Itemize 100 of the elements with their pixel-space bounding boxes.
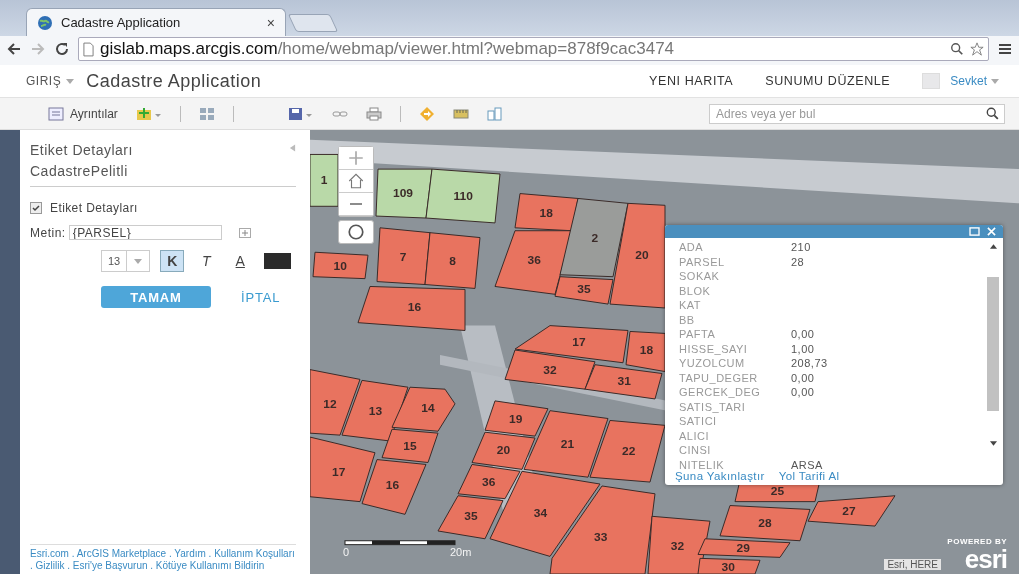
attribute-name: YUZOLCUM	[679, 357, 746, 370]
parcel-number: 32	[670, 539, 685, 554]
font-size-dropdown[interactable]: 13	[101, 250, 151, 272]
bookmarks-icon[interactable]	[486, 105, 503, 122]
logo-caption: POWERED BY	[947, 538, 1007, 546]
scroll-down-icon[interactable]	[989, 441, 997, 446]
popup-link[interactable]: Şuna Yakınlaştır	[675, 470, 765, 482]
parcel-number: 29	[736, 541, 750, 556]
layer-name: CadastrePelitli	[30, 162, 129, 181]
details-button[interactable]: Ayrıntılar	[48, 105, 118, 122]
footer-link[interactable]: Kötüye Kullanımı Bildirin	[155, 560, 265, 571]
label-text-field[interactable]: {PARSEL}	[68, 225, 222, 240]
browser-tab[interactable]: Cadastre Application ×	[26, 8, 286, 36]
parcel[interactable]	[504, 349, 596, 390]
parcel-number: 12	[323, 397, 337, 412]
locate-button[interactable]	[338, 220, 374, 244]
checkbox[interactable]	[30, 202, 42, 214]
parcel-number: 25	[770, 483, 785, 498]
scroll-up-icon[interactable]	[989, 244, 997, 249]
attribute-name: ALICI	[679, 429, 710, 442]
nav-link[interactable]: YENI HARITA	[649, 74, 734, 88]
zoom-icon[interactable]	[950, 42, 964, 56]
parcel-number: 31	[617, 374, 631, 389]
parcel[interactable]	[457, 463, 521, 500]
maximize-icon[interactable]	[969, 227, 980, 236]
search-icon[interactable]	[986, 106, 1000, 121]
text-style-button[interactable]: A	[228, 250, 253, 272]
text-style-button[interactable]: K	[160, 250, 185, 272]
attribute-name: NITELIK	[679, 458, 726, 471]
nav-link[interactable]: SUNUMU DÜZENLE	[765, 74, 891, 88]
parcel-number: 10	[333, 258, 347, 273]
footer-link[interactable]: Yardım	[174, 548, 206, 559]
caret-icon[interactable]	[991, 78, 999, 84]
footer-link[interactable]: ArcGIS Marketplace	[76, 548, 167, 559]
parcel-number: 110	[453, 189, 473, 203]
address-bar[interactable]: gislab.maps.arcgis.com/home/webmap/viewer.html?webmap=878f9cac3474	[78, 37, 989, 61]
parcel-number: 16	[385, 478, 400, 493]
save-icon[interactable]	[287, 105, 314, 122]
home-button[interactable]	[339, 170, 373, 193]
parcel-number: 22	[622, 444, 636, 459]
attribute-name: BB	[679, 313, 696, 326]
avatar-icon	[922, 73, 941, 89]
footer-text: Esri.com . ArcGIS Marketplace . Yardım . Kullanım Koşulları . Gizlilik . Esri'ye Başvurun . Kötüye Kullanımı Bildirin	[30, 544, 296, 574]
popup-link[interactable]: Yol Tarifi Al	[778, 470, 840, 482]
text-style-button[interactable]: T	[194, 250, 219, 272]
color-swatch[interactable]	[264, 253, 292, 269]
parcel-number: 109	[393, 186, 413, 200]
grid-icon[interactable]	[198, 105, 215, 122]
parcel-number: 8	[449, 253, 456, 268]
attribute-value: 0,00	[791, 371, 815, 384]
parcel-number: 16	[407, 300, 422, 315]
parcel-number: 36	[527, 253, 541, 268]
caret-icon[interactable]	[66, 78, 75, 84]
parcel-number: 7	[399, 249, 407, 264]
parcel-number: 27	[842, 504, 856, 519]
parcel[interactable]	[584, 364, 663, 400]
close-icon[interactable]	[986, 227, 997, 236]
parcel[interactable]	[425, 168, 501, 224]
print-icon[interactable]	[365, 105, 382, 122]
parcel-number: 14	[421, 400, 435, 415]
panel-title: Etiket Detayları	[30, 141, 133, 160]
attribute-name: KAT	[679, 299, 703, 312]
parcel-number: 33	[594, 530, 608, 545]
parcel-number: 1	[320, 173, 328, 188]
globe-icon	[37, 14, 53, 31]
footer-link[interactable]: Kullanım Koşulları	[214, 548, 295, 559]
attribute-value: ARSA	[791, 458, 823, 471]
scrollbar-thumb[interactable]	[987, 277, 999, 411]
menu-icon[interactable]	[997, 41, 1013, 57]
parcel-number: 30	[721, 559, 735, 574]
parcel[interactable]	[484, 400, 549, 437]
footer-link[interactable]: Gizlilik	[35, 560, 65, 571]
user-menu[interactable]: Sevket	[950, 74, 987, 88]
parcel[interactable]	[375, 168, 433, 219]
caret-icon[interactable]	[134, 258, 143, 264]
attribute-name: PAFTA	[679, 328, 717, 341]
close-tab-button[interactable]: ×	[266, 14, 275, 31]
attribute-name: SOKAK	[679, 270, 721, 283]
attribute-name: ADA	[679, 241, 705, 254]
reload-icon[interactable]	[54, 41, 70, 57]
parcel-number: 32	[543, 363, 557, 377]
field-label: Metin:	[30, 225, 66, 240]
details-icon	[48, 105, 64, 122]
parcel-number: 18	[639, 343, 654, 358]
add-field-icon[interactable]	[238, 227, 251, 238]
checkbox-label: Etiket Detayları	[50, 201, 138, 215]
back-icon[interactable]	[6, 41, 22, 57]
search-field[interactable]: Adres veya yer bul	[709, 103, 1005, 124]
add-layer-icon[interactable]	[135, 105, 162, 122]
footer-link[interactable]: Esri.com	[30, 548, 69, 559]
parcel-number: 13	[368, 403, 383, 418]
parcel-number: 35	[464, 509, 478, 524]
footer-link[interactable]: Esri'ye Başvurun	[72, 560, 148, 571]
page-icon	[83, 41, 94, 57]
attribute-value: 28	[791, 255, 805, 268]
home-menu[interactable]: GIRIŞ	[26, 74, 62, 88]
parcel-number: 28	[758, 515, 772, 530]
star-icon[interactable]	[970, 42, 984, 56]
parcel-number: 2	[591, 231, 599, 246]
parcel-number: 17	[572, 335, 586, 349]
